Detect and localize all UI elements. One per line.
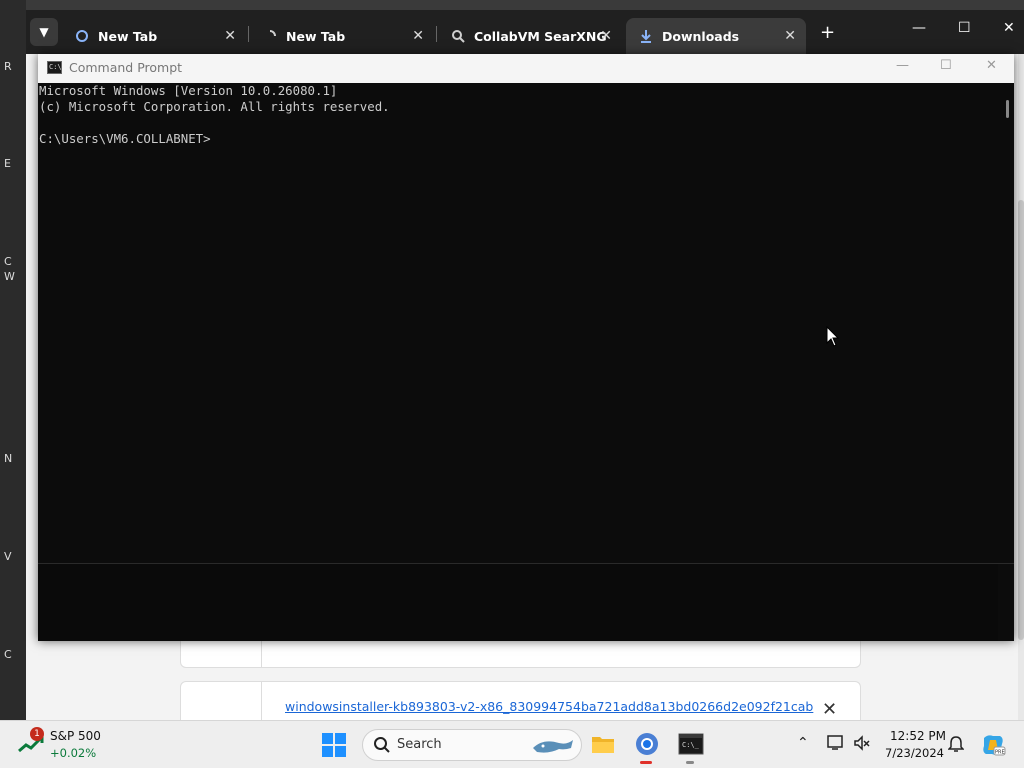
desktop-icon-label: C [4, 255, 12, 268]
cmd-scrollbar-thumb[interactable] [1006, 100, 1009, 118]
tab-label: New Tab [286, 28, 346, 44]
page-scrollbar-thumb[interactable] [1018, 200, 1024, 640]
svg-text:C:\_: C:\_ [682, 741, 700, 749]
svg-text:PRE: PRE [995, 750, 1005, 756]
chrome-icon[interactable] [634, 731, 660, 757]
taskbar-search-box[interactable]: Search [362, 729, 582, 761]
running-app-indicator [686, 761, 694, 764]
cmd-title: Command Prompt [69, 60, 183, 75]
tab-label: New Tab [98, 28, 158, 44]
cmd-empty-area [38, 564, 998, 641]
close-icon[interactable]: ✕ [600, 28, 612, 44]
console-line: Microsoft Windows [Version 10.0.26080.1] [39, 83, 338, 98]
loading-ring-icon [74, 28, 90, 44]
maximize-icon[interactable]: ☐ [940, 58, 952, 73]
console-prompt: C:\Users\VM6.COLLABNET> [39, 131, 211, 146]
clock-time[interactable]: 12:52 PM [890, 729, 946, 743]
tab-new-tab-1[interactable]: New Tab ✕ [62, 18, 246, 54]
remove-download-icon[interactable]: ✕ [822, 699, 837, 720]
notification-badge: 1 [30, 727, 44, 741]
tab-downloads[interactable]: Downloads ✕ [626, 18, 806, 54]
tab-divider [436, 26, 437, 42]
mouse-cursor-icon [826, 326, 840, 347]
taskbar: 1 S&P 500 +0.02% Search C:\_ ⌃ 12:52 PM … [0, 720, 1024, 768]
windows-start-icon[interactable] [322, 733, 346, 757]
search-icon [374, 737, 390, 753]
clock-date[interactable]: 7/23/2024 [885, 746, 944, 760]
tab-label: CollabVM SearXNG [474, 28, 607, 44]
desktop-icon-label: R [4, 60, 12, 73]
tab-new-tab-2[interactable]: New Tab ✕ [250, 18, 434, 54]
desktop-edge: R E C W N V C [0, 0, 26, 720]
active-app-indicator [640, 761, 652, 764]
tab-search-button[interactable]: ▼ [30, 18, 58, 46]
command-prompt-window[interactable]: C:\ Command Prompt — ☐ ✕ Microsoft Windo… [38, 54, 1014, 641]
command-prompt-taskbar-icon[interactable]: C:\_ [678, 731, 704, 757]
file-explorer-icon[interactable] [590, 731, 616, 757]
search-placeholder: Search [397, 737, 442, 752]
volume-muted-icon[interactable] [853, 735, 871, 751]
chevron-down-icon: ▼ [39, 25, 49, 39]
close-window-icon[interactable]: ✕ [1003, 20, 1015, 36]
notification-bell-icon[interactable] [948, 735, 964, 753]
maximize-icon[interactable]: ☐ [958, 20, 971, 36]
download-filename-link[interactable]: windowsinstaller-kb893803-v2-x86_8309947… [285, 699, 813, 714]
desktop-icon-label: C [4, 648, 12, 661]
search-highlight-whale-icon [533, 740, 573, 753]
stock-name: S&P 500 [50, 729, 101, 743]
desktop-icon-label: W [4, 270, 15, 283]
desktop-icon-label: E [4, 157, 11, 170]
tab-collabvm-searxng[interactable]: CollabVM SearXNG ✕ [438, 18, 622, 54]
minimize-icon[interactable]: — [896, 58, 909, 73]
tab-label: Downloads [662, 28, 740, 44]
searxng-icon [450, 28, 466, 44]
cmd-console-output[interactable]: Microsoft Windows [Version 10.0.26080.1]… [38, 83, 998, 533]
minimize-icon[interactable]: — [912, 20, 926, 36]
chevron-up-icon[interactable]: ⌃ [797, 735, 809, 751]
copilot-icon[interactable]: PRE [980, 732, 1006, 758]
network-display-icon[interactable] [827, 735, 845, 751]
tab-divider [248, 26, 249, 42]
stock-change: +0.02% [50, 746, 97, 760]
console-line: (c) Microsoft Corporation. All rights re… [39, 99, 390, 114]
desktop-icon-label: V [4, 550, 12, 563]
tab-strip: ▼ New Tab ✕ New Tab ✕ CollabVM SearXNG ✕ [26, 10, 1024, 54]
close-icon[interactable]: ✕ [784, 28, 796, 44]
close-icon[interactable]: ✕ [986, 58, 997, 73]
cmd-titlebar[interactable]: C:\ Command Prompt — ☐ ✕ [38, 54, 1014, 83]
cmd-scrollbar[interactable] [1000, 83, 1014, 563]
close-icon[interactable]: ✕ [412, 28, 424, 44]
new-tab-button[interactable]: + [820, 22, 835, 43]
close-icon[interactable]: ✕ [224, 28, 236, 44]
download-icon [638, 28, 654, 44]
cmd-app-icon: C:\ [47, 61, 62, 74]
loading-spinner-icon [262, 28, 278, 44]
desktop-icon-label: N [4, 452, 13, 465]
